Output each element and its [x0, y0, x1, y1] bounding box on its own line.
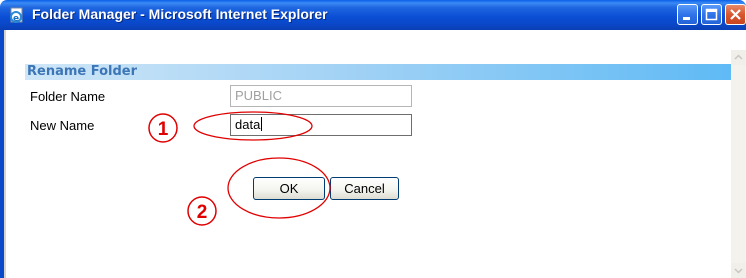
- step-1-number: 1: [158, 119, 169, 140]
- step-2-number: 2: [197, 202, 208, 223]
- annotation-layer: 1 2: [148, 111, 331, 226]
- ok-button-highlight-ellipse: [227, 157, 331, 219]
- new-name-highlight-ellipse: [193, 111, 313, 141]
